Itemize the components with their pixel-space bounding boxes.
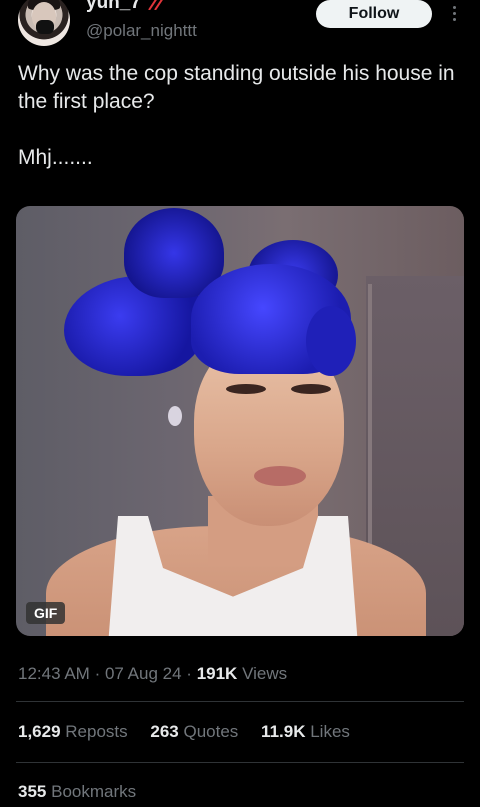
views-count: 191K xyxy=(196,664,238,683)
quotes-label: Quotes xyxy=(183,722,239,741)
divider xyxy=(16,762,464,763)
tweet-time[interactable]: 12:43 AM xyxy=(18,664,90,683)
follow-button[interactable]: Follow xyxy=(316,0,432,28)
engagement-stats: 1,629 Reposts 263 Quotes 11.9K Likes xyxy=(18,722,368,742)
red-slash-emoji-icon xyxy=(148,0,163,10)
author-display-name[interactable]: yun_7 xyxy=(86,0,141,14)
tweet-text: Why was the cop standing outside his hou… xyxy=(18,62,455,169)
gif-badge: GIF xyxy=(26,602,66,624)
tweet-date[interactable]: 07 Aug 24 xyxy=(105,664,182,683)
tweet-meta: 12:43 AM · 07 Aug 24 · 191K Views xyxy=(18,664,287,684)
quotes-count: 263 xyxy=(150,722,179,741)
bookmarks-label: Bookmarks xyxy=(51,782,137,801)
reposts-label: Reposts xyxy=(65,722,128,741)
reposts-stat[interactable]: 1,629 Reposts xyxy=(18,722,132,741)
author-handle[interactable]: @polar_nighttt xyxy=(86,21,197,41)
bookmarks-count: 355 xyxy=(18,782,47,801)
quotes-stat[interactable]: 263 Quotes xyxy=(150,722,243,741)
likes-count: 11.9K xyxy=(261,722,306,741)
more-options-icon[interactable] xyxy=(446,4,462,26)
author-avatar[interactable] xyxy=(18,0,70,46)
tweet-header: yun_7 @polar_nighttt Follow xyxy=(0,0,480,52)
meta-separator: · xyxy=(186,664,192,683)
meta-separator: · xyxy=(94,664,101,683)
views-label: Views xyxy=(242,664,288,683)
bookmarks-stat[interactable]: 355 Bookmarks xyxy=(18,782,136,802)
likes-label: Likes xyxy=(310,722,350,741)
likes-stat[interactable]: 11.9K Likes xyxy=(261,722,350,741)
divider xyxy=(16,701,464,702)
tweet-media-gif[interactable]: GIF xyxy=(16,206,464,636)
reposts-count: 1,629 xyxy=(18,722,61,741)
